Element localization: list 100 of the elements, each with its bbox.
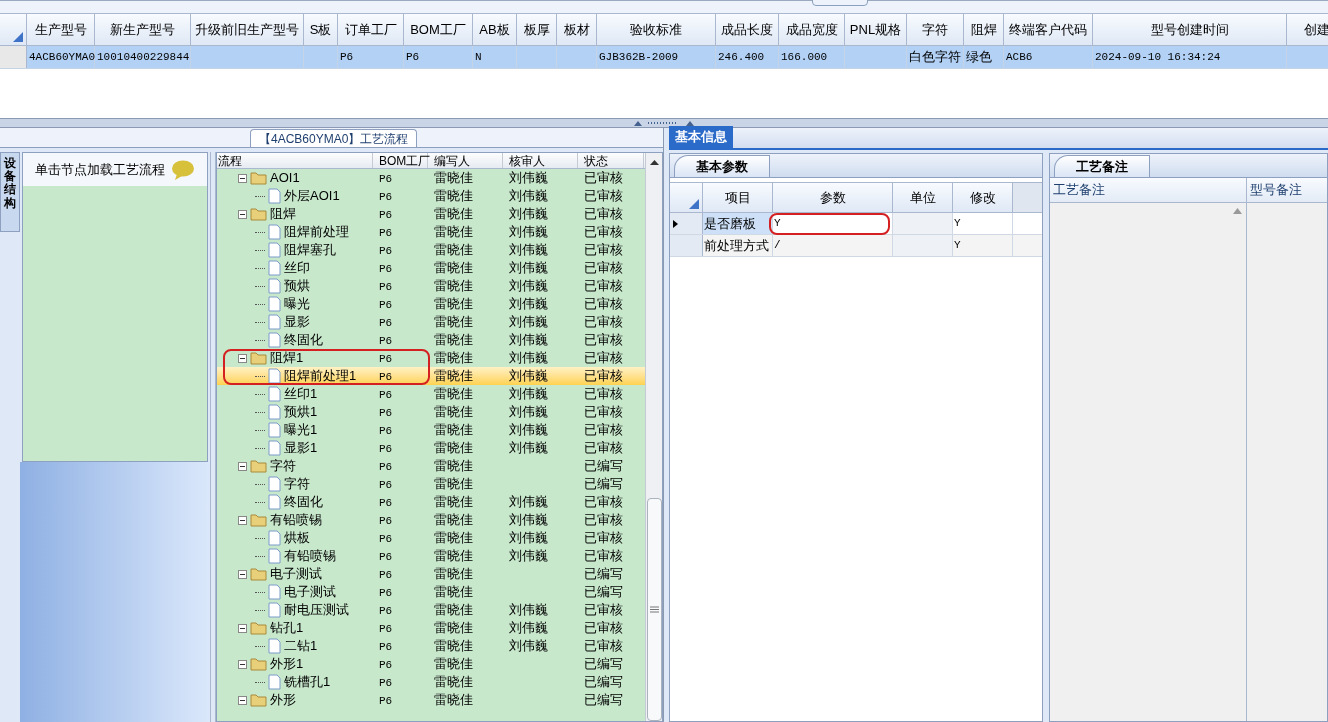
scroll-thumb[interactable] bbox=[646, 498, 662, 721]
table-cell: 已审核 bbox=[584, 242, 623, 258]
column-header[interactable]: 型号创建时间 bbox=[1093, 14, 1287, 45]
document-icon bbox=[268, 584, 281, 600]
column-header[interactable]: PNL规格 bbox=[845, 14, 907, 45]
column-header[interactable]: BOM工厂 bbox=[373, 153, 428, 168]
column-header[interactable]: 终端客户代码 bbox=[1004, 14, 1093, 45]
table-cell: 已审核 bbox=[584, 224, 623, 240]
tree-row[interactable]: 电子测试 P6 雷晓佳 已编写 bbox=[217, 583, 645, 601]
tree-row[interactable]: 耐电压测试 P6 雷晓佳 刘伟巍 已审核 bbox=[217, 601, 645, 619]
tree-row[interactable]: 有铅喷锡 P6 雷晓佳 刘伟巍 已审核 bbox=[217, 547, 645, 565]
tree-row[interactable]: 阻焊 P6 雷晓佳 刘伟巍 已审核 bbox=[217, 205, 645, 223]
tree-row[interactable]: 字符 P6 雷晓佳 已编写 bbox=[217, 475, 645, 493]
notes-tab[interactable]: 工艺备注 bbox=[1054, 155, 1150, 177]
table-cell: 已审核 bbox=[584, 548, 623, 564]
column-header[interactable]: 工艺备注 bbox=[1050, 178, 1247, 202]
side-tab[interactable]: 设备结构 bbox=[0, 152, 20, 232]
table-cell-text: / bbox=[774, 238, 781, 254]
tree-node-label: 电子测试 bbox=[270, 565, 322, 584]
collapse-icon[interactable] bbox=[238, 659, 247, 669]
collapse-icon[interactable] bbox=[238, 515, 247, 525]
splitter-grip-icon[interactable] bbox=[634, 120, 694, 126]
column-header[interactable]: 状态 bbox=[578, 153, 644, 168]
table-row[interactable]: 前处理方式 / Y bbox=[670, 235, 1042, 257]
tree-row[interactable]: 外形1 P6 雷晓佳 已编写 bbox=[217, 655, 645, 673]
params-tab[interactable]: 基本参数 bbox=[674, 155, 770, 177]
tree-node-label: 阻焊塞孔 bbox=[284, 241, 336, 260]
tree-row[interactable]: 外形 P6 雷晓佳 已编写 bbox=[217, 691, 645, 709]
tree-row[interactable]: 丝印 P6 雷晓佳 刘伟巍 已审核 bbox=[217, 259, 645, 277]
collapse-icon[interactable] bbox=[238, 353, 247, 363]
column-header[interactable]: AB板 bbox=[473, 14, 517, 45]
column-header[interactable]: S板 bbox=[304, 14, 338, 45]
tree-row[interactable]: 显影 P6 雷晓佳 刘伟巍 已审核 bbox=[217, 313, 645, 331]
tree-node-label: 有铅喷锡 bbox=[284, 547, 336, 566]
tree-row[interactable]: 终固化 P6 雷晓佳 刘伟巍 已审核 bbox=[217, 331, 645, 349]
tree-row[interactable]: AOI1 P6 雷晓佳 刘伟巍 已审核 bbox=[217, 169, 645, 187]
column-header[interactable]: 新生产型号 bbox=[95, 14, 191, 45]
column-header[interactable]: 板材 bbox=[557, 14, 597, 45]
grip-icon bbox=[649, 606, 659, 613]
tree-row[interactable]: 丝印1 P6 雷晓佳 刘伟巍 已审核 bbox=[217, 385, 645, 403]
collapse-icon[interactable] bbox=[238, 623, 247, 633]
column-header[interactable]: 型号备注 bbox=[1247, 178, 1327, 202]
tree-row[interactable]: 预烘1 P6 雷晓佳 刘伟巍 已审核 bbox=[217, 403, 645, 421]
collapse-icon[interactable] bbox=[238, 173, 247, 183]
tree-row[interactable]: 有铅喷锡 P6 雷晓佳 刘伟巍 已审核 bbox=[217, 511, 645, 529]
column-header[interactable]: 核审人 bbox=[503, 153, 578, 168]
tree-node-label: 耐电压测试 bbox=[284, 601, 349, 620]
tree-row[interactable]: 显影1 P6 雷晓佳 刘伟巍 已审核 bbox=[217, 439, 645, 457]
column-header[interactable]: 订单工厂 bbox=[338, 14, 404, 45]
table-row[interactable]: 4ACB60YMA0 10010400229844 P6 P6 N GJB362B-2009 246.400 166.000 白色字符 绿色 ACB6 2024-09-10 16:34:24 bbox=[0, 46, 1328, 69]
tree-row[interactable]: 曝光 P6 雷晓佳 刘伟巍 已审核 bbox=[217, 295, 645, 313]
table-cell: 刘伟巍 bbox=[509, 638, 548, 654]
tree-row[interactable]: 曝光1 P6 雷晓佳 刘伟巍 已审核 bbox=[217, 421, 645, 439]
row-header[interactable] bbox=[670, 213, 703, 234]
tree-connector bbox=[255, 285, 265, 287]
column-header[interactable]: 阻焊 bbox=[964, 14, 1004, 45]
table-cell: P6 bbox=[379, 190, 393, 203]
column-header[interactable]: 参数 bbox=[773, 183, 893, 212]
collapse-icon[interactable] bbox=[238, 569, 247, 579]
collapse-icon[interactable] bbox=[238, 695, 247, 705]
column-header[interactable]: 字符 bbox=[907, 14, 964, 45]
tree-row[interactable]: 钻孔1 P6 雷晓佳 刘伟巍 已审核 bbox=[217, 619, 645, 637]
document-icon bbox=[268, 296, 281, 312]
table-cell: 已审核 bbox=[584, 314, 623, 330]
column-header[interactable]: 流程 bbox=[217, 153, 373, 168]
column-header[interactable]: BOM工厂 bbox=[404, 14, 473, 45]
table-cell: 刘伟巍 bbox=[509, 242, 548, 258]
table-cell: P6 bbox=[379, 280, 393, 293]
collapse-icon[interactable] bbox=[238, 461, 247, 471]
tree-row[interactable]: 阻焊前处理1 P6 雷晓佳 刘伟巍 已审核 bbox=[217, 367, 645, 385]
tree-row[interactable]: 外层AOI1 P6 雷晓佳 刘伟巍 已审核 bbox=[217, 187, 645, 205]
column-header[interactable]: 单位 bbox=[893, 183, 953, 212]
table-cell: 刘伟巍 bbox=[509, 422, 548, 438]
tree-row[interactable]: 预烘 P6 雷晓佳 刘伟巍 已审核 bbox=[217, 277, 645, 295]
table-cell: 已编写 bbox=[584, 476, 623, 492]
table-row[interactable]: 是否磨板 Y Y bbox=[670, 213, 1042, 235]
tree-row[interactable]: 烘板 P6 雷晓佳 刘伟巍 已审核 bbox=[217, 529, 645, 547]
tree-row[interactable]: 二钻1 P6 雷晓佳 刘伟巍 已审核 bbox=[217, 637, 645, 655]
tree-connector bbox=[255, 483, 265, 485]
column-header[interactable]: 项目 bbox=[703, 183, 773, 212]
column-header[interactable]: 升级前旧生产型号 bbox=[191, 14, 304, 45]
tree-row[interactable]: 阻焊前处理 P6 雷晓佳 刘伟巍 已审核 bbox=[217, 223, 645, 241]
column-header[interactable]: 成品长度 bbox=[716, 14, 779, 45]
tree-node-label: 显影 bbox=[284, 313, 310, 332]
column-header[interactable]: 生产型号 bbox=[27, 14, 95, 45]
scrollbar[interactable] bbox=[645, 153, 662, 721]
tree-row[interactable]: 终固化 P6 雷晓佳 刘伟巍 已审核 bbox=[217, 493, 645, 511]
tree-row[interactable]: 阻焊塞孔 P6 雷晓佳 刘伟巍 已审核 bbox=[217, 241, 645, 259]
table-cell: 雷晓佳 bbox=[434, 620, 473, 636]
document-icon bbox=[268, 224, 281, 240]
column-header[interactable]: 成品宽度 bbox=[779, 14, 845, 45]
collapse-icon[interactable] bbox=[238, 209, 247, 219]
tree-row[interactable]: 字符 P6 雷晓佳 已编写 bbox=[217, 457, 645, 475]
column-header[interactable]: 板厚 bbox=[517, 14, 557, 45]
tree-row[interactable]: 电子测试 P6 雷晓佳 已编写 bbox=[217, 565, 645, 583]
tree-node-label: 丝印1 bbox=[284, 385, 318, 404]
column-header[interactable]: 创建 bbox=[1287, 14, 1328, 45]
column-header[interactable]: 验收标准 bbox=[597, 14, 716, 45]
info-tab[interactable]: 基本信息 bbox=[669, 126, 733, 148]
tree-row[interactable]: 铣槽孔1 P6 雷晓佳 已编写 bbox=[217, 673, 645, 691]
